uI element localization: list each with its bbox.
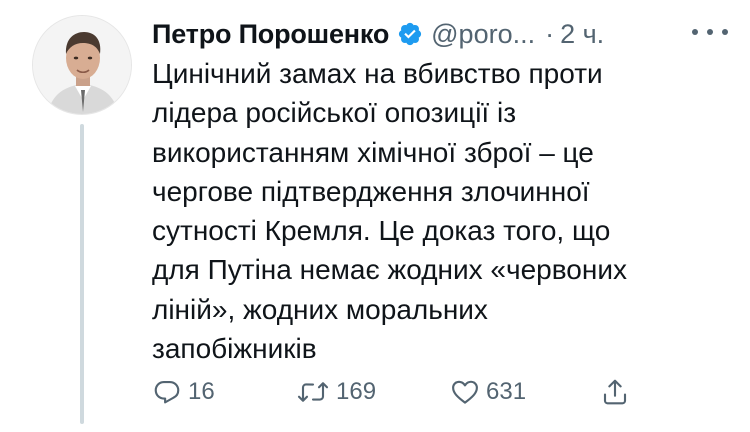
avatar[interactable] [32, 15, 132, 115]
more-dot [692, 29, 698, 35]
thread-line [80, 124, 84, 424]
avatar-portrait-image [33, 16, 131, 114]
verified-badge-icon [397, 21, 423, 47]
retweet-icon [296, 377, 330, 407]
share-button[interactable] [600, 372, 630, 412]
retweet-count: 169 [336, 378, 377, 405]
like-button[interactable]: 631 [450, 372, 526, 412]
more-dot [707, 29, 713, 35]
tweet-timestamp[interactable]: 2 ч. [560, 19, 604, 50]
header-separator: · [545, 18, 555, 49]
author-handle[interactable]: @poro... [431, 19, 535, 50]
retweet-button[interactable]: 169 [296, 372, 376, 412]
tweet[interactable]: Петро Порошенко @poro... · 2 ч. Цинічний… [0, 0, 750, 432]
tweet-text: Цинічний замах на вбивство проти лідера … [152, 58, 627, 365]
heart-icon [450, 377, 480, 407]
tweet-header: Петро Порошенко @poro... · 2 ч. [152, 14, 732, 54]
tweet-actions: 16 169 631 [152, 372, 642, 412]
like-count: 631 [486, 378, 527, 405]
author-name[interactable]: Петро Порошенко [152, 19, 389, 50]
reply-button[interactable]: 16 [152, 372, 215, 412]
more-dot [722, 29, 728, 35]
reply-icon [152, 377, 182, 407]
reply-count: 16 [188, 378, 215, 405]
more-options-icon[interactable] [692, 22, 728, 42]
share-icon [600, 377, 630, 407]
